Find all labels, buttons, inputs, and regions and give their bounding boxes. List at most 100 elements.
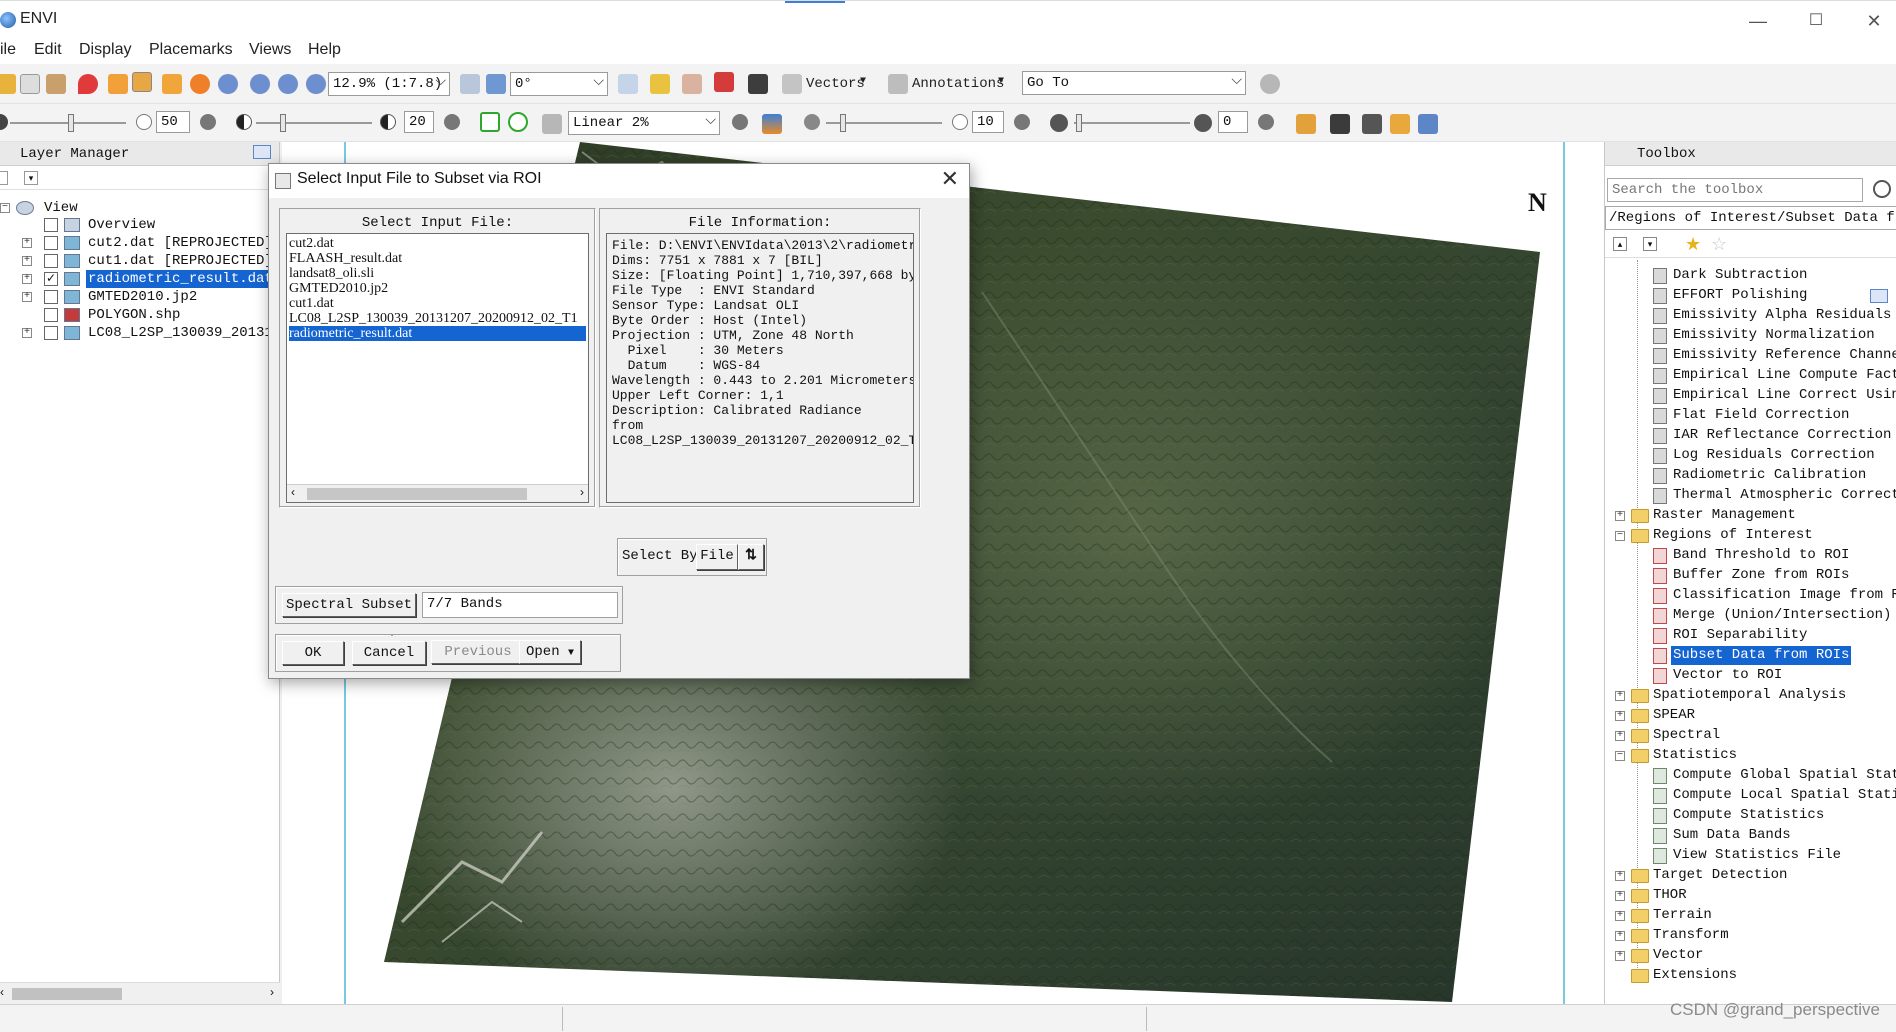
cursor-value-icon[interactable]: [682, 74, 702, 94]
spectral-subset-button[interactable]: Spectral Subset: [282, 593, 416, 617]
toolbox-tool[interactable]: Compute Local Spatial Statis: [1605, 786, 1896, 805]
clipboard-icon[interactable]: [20, 74, 40, 94]
toolbox-tool[interactable]: Sum Data Bands: [1605, 826, 1896, 845]
select-cursor-icon[interactable]: [108, 74, 128, 94]
swipe-icon[interactable]: [1418, 114, 1438, 134]
toolbox-folder[interactable]: + THOR: [1605, 886, 1896, 905]
toolbox-folder[interactable]: + Raster Management: [1605, 506, 1896, 525]
hscroll-thumb[interactable]: [307, 488, 527, 500]
toolbox-tool[interactable]: Flat Field Correction: [1605, 406, 1896, 425]
expand-icon[interactable]: +: [1615, 871, 1625, 881]
dock-icon[interactable]: [253, 145, 271, 159]
layers-icon[interactable]: [1390, 114, 1410, 134]
spectral-profile-icon[interactable]: [650, 74, 670, 94]
stretch-view-icon[interactable]: [508, 112, 528, 132]
layer-visibility-checkbox[interactable]: [44, 236, 58, 250]
zoom-fit-icon[interactable]: [306, 74, 326, 94]
annotations-dropdown[interactable]: Annotations: [912, 76, 1004, 92]
contrast-value[interactable]: 20: [404, 111, 434, 133]
expand-icon[interactable]: +: [1615, 951, 1625, 961]
rotate-right-icon[interactable]: [486, 74, 506, 94]
toolbox-tool[interactable]: Compute Statistics: [1605, 806, 1896, 825]
file-list-item[interactable]: FLAASH_result.dat: [289, 251, 586, 266]
toolbox-tool[interactable]: Radiometric Calibration: [1605, 466, 1896, 485]
expand-all-icon[interactable]: [0, 171, 8, 185]
expand-icon[interactable]: +: [1615, 931, 1625, 941]
expand-icon[interactable]: +: [1615, 891, 1625, 901]
file-list-item[interactable]: cut2.dat: [289, 236, 586, 251]
toolbox-folder[interactable]: + Spatiotemporal Analysis: [1605, 686, 1896, 705]
refresh-icon[interactable]: [1873, 180, 1891, 198]
toolbox-tool[interactable]: Band Threshold to ROI: [1605, 546, 1896, 565]
toolbox-tool[interactable]: Merge (Union/Intersection) R: [1605, 606, 1896, 625]
measure-icon[interactable]: [748, 74, 768, 94]
toolbox-search-input[interactable]: Search the toolbox: [1607, 178, 1863, 202]
roi-tool-icon[interactable]: [714, 72, 734, 92]
menu-edit[interactable]: Edit: [34, 41, 62, 59]
menu-display[interactable]: Display: [79, 41, 131, 59]
cancel-button[interactable]: Cancel: [352, 641, 426, 665]
chart-icon[interactable]: [1296, 114, 1316, 134]
goto-combo[interactable]: Go To ⌵: [1022, 71, 1246, 95]
ok-button[interactable]: OK: [282, 641, 344, 665]
brightness-value[interactable]: 50: [156, 111, 190, 133]
layer-visibility-checkbox[interactable]: [44, 254, 58, 268]
menu-placemarks[interactable]: Placemarks: [149, 41, 233, 59]
layer-visibility-checkbox[interactable]: [44, 290, 58, 304]
image-icon[interactable]: [1330, 114, 1350, 134]
expand-icon[interactable]: +: [1615, 711, 1625, 721]
toolbox-folder[interactable]: − Regions of Interest: [1605, 526, 1896, 545]
zoom-combo[interactable]: 12.9% (1:7.8) ⌵: [328, 72, 450, 96]
sharpen-value[interactable]: 10: [972, 111, 1004, 133]
sort-toggle-icon[interactable]: ⇅: [738, 544, 764, 570]
toolbox-folder[interactable]: Extensions: [1605, 966, 1896, 985]
toolbox-tool[interactable]: Emissivity Alpha Residuals: [1605, 306, 1896, 325]
maximize-button[interactable]: ☐: [1802, 9, 1830, 33]
layer-visibility-checkbox[interactable]: [44, 326, 58, 340]
menu-views[interactable]: Views: [249, 41, 291, 59]
expand-icon[interactable]: +: [22, 238, 32, 248]
toolbox-tool[interactable]: View Statistics File: [1605, 846, 1896, 865]
toolbox-tool[interactable]: Empirical Line Correct Using: [1605, 386, 1896, 405]
layer-manager-hscrollbar[interactable]: › ‹: [0, 982, 280, 1004]
sharpen-slider[interactable]: [826, 114, 942, 132]
file-list-item[interactable]: landsat8_oli.sli: [289, 266, 586, 281]
scroll-left-icon[interactable]: ‹: [0, 985, 4, 999]
hscroll-thumb[interactable]: [12, 988, 122, 1000]
expand-icon[interactable]: +: [1615, 911, 1625, 921]
crop-icon[interactable]: [46, 74, 66, 94]
reset-icon[interactable]: [1258, 114, 1274, 130]
expand-icon[interactable]: +: [1615, 731, 1625, 741]
close-button[interactable]: ✕: [1860, 9, 1888, 33]
scroll-right-icon[interactable]: ›: [270, 985, 274, 999]
collapse-icon[interactable]: ▾: [24, 171, 38, 185]
scroll-left-icon[interactable]: ‹: [291, 485, 295, 499]
toolbox-tool[interactable]: Thermal Atmospheric Correcti: [1605, 486, 1896, 505]
fly-icon[interactable]: [162, 74, 182, 94]
reset-icon[interactable]: [444, 114, 460, 130]
toolbox-folder[interactable]: + Spectral: [1605, 726, 1896, 745]
toolbox-tool[interactable]: Empirical Line Compute Factor: [1605, 366, 1896, 385]
open-button[interactable]: Open ▼: [519, 640, 581, 664]
brightness-slider[interactable]: [10, 114, 126, 132]
stretch-full-icon[interactable]: [480, 112, 500, 132]
stretch-histogram-icon[interactable]: [762, 114, 782, 134]
contrast-slider-handle[interactable]: [280, 114, 286, 132]
stretch-combo[interactable]: Linear 2% ⌵: [568, 111, 720, 135]
file-list-item[interactable]: radiometric_result.dat: [289, 326, 586, 341]
toolbox-tool[interactable]: Subset Data from ROIs: [1605, 646, 1896, 665]
toolbox-tool[interactable]: EFFORT Polishing: [1605, 286, 1896, 305]
transparency-value[interactable]: 0: [1218, 111, 1248, 133]
reset-icon[interactable]: [732, 114, 748, 130]
annotations-icon[interactable]: [888, 74, 908, 94]
toolbox-folder[interactable]: + Terrain: [1605, 906, 1896, 925]
display-icon[interactable]: [1362, 114, 1382, 134]
toolbox-tool[interactable]: Buffer Zone from ROIs: [1605, 566, 1896, 585]
brightness-slider-handle[interactable]: [68, 114, 74, 132]
toolbox-folder[interactable]: + Target Detection: [1605, 866, 1896, 885]
menu-file[interactable]: ile: [0, 41, 16, 59]
menu-help[interactable]: Help: [308, 41, 341, 59]
expand-icon[interactable]: +: [22, 274, 32, 284]
collapse-all-icon[interactable]: ▴: [1613, 237, 1627, 251]
file-list-item[interactable]: GMTED2010.jp2: [289, 281, 586, 296]
